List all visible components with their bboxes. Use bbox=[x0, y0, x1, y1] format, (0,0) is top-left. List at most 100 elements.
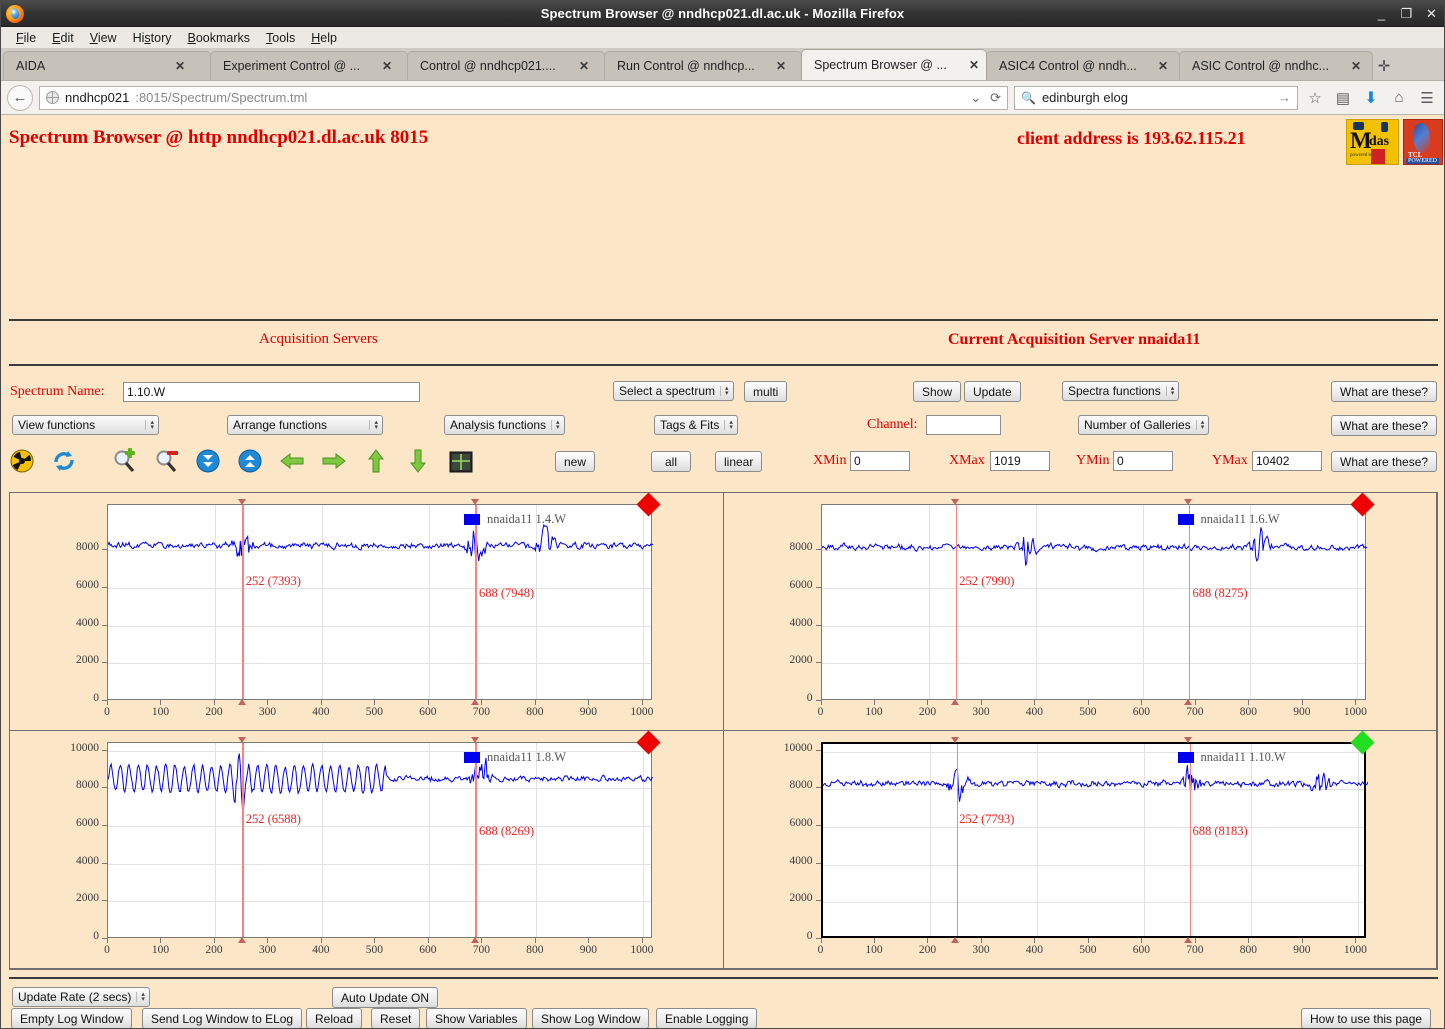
reader-view-icon[interactable]: ▤ bbox=[1332, 89, 1354, 107]
cursor-line[interactable] bbox=[957, 744, 959, 936]
zoom-out-icon[interactable] bbox=[153, 448, 179, 474]
show-log-window-button[interactable]: Show Log Window bbox=[532, 1008, 649, 1028]
arrow-down-icon[interactable] bbox=[405, 448, 431, 474]
cursor-handle-top[interactable] bbox=[471, 499, 479, 505]
maximize-button[interactable]: ❐ bbox=[1400, 6, 1413, 22]
tab-spectrum-browser[interactable]: Spectrum Browser @ ... ✕ bbox=[801, 49, 987, 80]
number-of-galleries-dropdown[interactable]: Number of Galleries ▴▾ bbox=[1078, 415, 1209, 435]
reload-icon[interactable]: ⟳ bbox=[990, 90, 1001, 106]
cursor-handle-bottom[interactable] bbox=[471, 937, 479, 943]
search-bar[interactable]: 🔍 edinburgh elog → bbox=[1014, 86, 1298, 110]
collapse-vertical-icon[interactable] bbox=[237, 448, 263, 474]
close-icon[interactable]: ✕ bbox=[381, 59, 393, 73]
cursor-handle-bottom[interactable] bbox=[471, 699, 479, 705]
tab-asic4-control[interactable]: ASIC4 Control @ nndh... ✕ bbox=[986, 51, 1180, 80]
cursor-handle-top[interactable] bbox=[471, 737, 479, 743]
menu-bookmarks[interactable]: Bookmarks bbox=[181, 29, 258, 47]
what-are-these-button-2[interactable]: What are these? bbox=[1331, 415, 1437, 436]
search-go-icon[interactable]: → bbox=[1278, 90, 1291, 105]
close-button[interactable]: ✕ bbox=[1425, 6, 1438, 22]
arrow-right-icon[interactable] bbox=[321, 448, 347, 474]
menu-view[interactable]: View bbox=[83, 29, 124, 47]
menu-tools[interactable]: Tools bbox=[259, 29, 302, 47]
minimize-button[interactable]: _ bbox=[1375, 6, 1388, 22]
spectrum-panel-0[interactable]: 0200040006000800001002003004005006007008… bbox=[9, 492, 724, 731]
reset-button[interactable]: Reset bbox=[371, 1008, 420, 1028]
display-grid-icon[interactable] bbox=[448, 449, 474, 475]
spectrum-panel-1[interactable]: 0200040006000800001002003004005006007008… bbox=[723, 492, 1438, 731]
cursor-line[interactable] bbox=[956, 505, 958, 699]
spectrum-plot-area[interactable] bbox=[107, 504, 652, 700]
close-icon[interactable]: ✕ bbox=[1350, 59, 1362, 73]
zoom-in-icon[interactable] bbox=[111, 448, 137, 474]
cursor-handle-top[interactable] bbox=[238, 499, 246, 505]
cursor-handle-bottom[interactable] bbox=[238, 699, 246, 705]
spectrum-panel-3[interactable]: 0200040006000800010000010020030040050060… bbox=[723, 730, 1438, 969]
cursor-line[interactable] bbox=[242, 743, 244, 937]
spectra-functions-dropdown[interactable]: Spectra functions ▴▾ bbox=[1062, 381, 1179, 401]
what-are-these-button-1[interactable]: What are these? bbox=[1331, 381, 1437, 402]
xmin-input[interactable]: 0 bbox=[850, 451, 910, 471]
cursor-line[interactable] bbox=[475, 743, 477, 937]
cursor-handle-bottom[interactable] bbox=[238, 937, 246, 943]
new-tab-button[interactable]: ✛ bbox=[1372, 52, 1396, 80]
send-log-to-elog-button[interactable]: Send Log Window to ELog bbox=[142, 1008, 302, 1028]
cursor-handle-top[interactable] bbox=[1184, 499, 1192, 505]
all-button[interactable]: all bbox=[651, 451, 691, 472]
menu-help[interactable]: Help bbox=[304, 29, 344, 47]
cursor-handle-bottom[interactable] bbox=[951, 699, 959, 705]
tab-control[interactable]: Control @ nndhcp021.... ✕ bbox=[407, 51, 605, 80]
cursor-handle-top[interactable] bbox=[238, 737, 246, 743]
search-input[interactable]: edinburgh elog bbox=[1042, 90, 1128, 105]
ymax-input[interactable]: 10402 bbox=[1252, 451, 1322, 471]
spectrum-plot-area[interactable] bbox=[107, 742, 652, 938]
arrow-up-icon[interactable] bbox=[363, 448, 389, 474]
radioactive-icon[interactable] bbox=[9, 448, 35, 474]
cursor-line[interactable] bbox=[1189, 505, 1191, 699]
close-icon[interactable]: ✕ bbox=[1157, 59, 1169, 73]
enable-logging-button[interactable]: Enable Logging bbox=[656, 1008, 757, 1028]
how-to-use-button[interactable]: How to use this page bbox=[1301, 1008, 1431, 1028]
update-button[interactable]: Update bbox=[964, 381, 1021, 402]
url-bar[interactable]: nndhcp021:8015/Spectrum/Spectrum.tml ⌄ ⟳ bbox=[39, 86, 1008, 110]
refresh-icon[interactable] bbox=[51, 448, 77, 474]
close-icon[interactable]: ✕ bbox=[578, 59, 590, 73]
view-functions-dropdown[interactable]: View functions ▴▾ bbox=[12, 415, 159, 435]
menu-file[interactable]: File bbox=[9, 29, 43, 47]
cursor-handle-top[interactable] bbox=[1184, 737, 1192, 743]
select-spectrum-dropdown[interactable]: Select a spectrum ▴▾ bbox=[613, 381, 734, 401]
chevron-down-icon[interactable]: ⌄ bbox=[970, 90, 981, 106]
back-button[interactable]: ← bbox=[7, 85, 33, 111]
cursor-line[interactable] bbox=[1190, 744, 1192, 936]
spectrum-plot-area[interactable] bbox=[821, 504, 1366, 700]
new-button[interactable]: new bbox=[555, 451, 595, 472]
expand-vertical-icon[interactable] bbox=[195, 448, 221, 474]
auto-update-button[interactable]: Auto Update ON bbox=[332, 987, 438, 1008]
hamburger-menu-icon[interactable]: ☰ bbox=[1416, 89, 1438, 107]
channel-input[interactable] bbox=[926, 415, 1001, 435]
xmax-input[interactable]: 1019 bbox=[990, 451, 1050, 471]
tab-aida[interactable]: AIDA ✕ bbox=[3, 51, 211, 80]
tab-run-control[interactable]: Run Control @ nndhcp... ✕ bbox=[604, 51, 802, 80]
cursor-handle-top[interactable] bbox=[951, 737, 959, 743]
bookmark-star-icon[interactable]: ☆ bbox=[1304, 89, 1326, 107]
linear-button[interactable]: linear bbox=[715, 451, 762, 472]
multi-button[interactable]: multi bbox=[744, 381, 787, 402]
ymin-input[interactable]: 0 bbox=[1113, 451, 1173, 471]
cursor-handle-bottom[interactable] bbox=[1184, 699, 1192, 705]
downloads-icon[interactable]: ⬇ bbox=[1360, 88, 1382, 108]
analysis-functions-dropdown[interactable]: Analysis functions ▴▾ bbox=[444, 415, 565, 435]
reload-button[interactable]: Reload bbox=[306, 1008, 362, 1028]
empty-log-window-button[interactable]: Empty Log Window bbox=[11, 1008, 132, 1028]
cursor-handle-bottom[interactable] bbox=[1184, 937, 1192, 943]
tab-experiment-control[interactable]: Experiment Control @ ... ✕ bbox=[210, 51, 408, 80]
spectrum-plot-area[interactable] bbox=[821, 742, 1366, 938]
close-icon[interactable]: ✕ bbox=[968, 58, 980, 72]
close-icon[interactable]: ✕ bbox=[174, 59, 186, 73]
menu-history[interactable]: History bbox=[126, 29, 179, 47]
spectrum-name-input[interactable]: 1.10.W bbox=[123, 382, 420, 402]
cursor-line[interactable] bbox=[475, 505, 477, 699]
cursor-handle-top[interactable] bbox=[951, 499, 959, 505]
arrow-left-icon[interactable] bbox=[279, 448, 305, 474]
what-are-these-button-3[interactable]: What are these? bbox=[1331, 451, 1437, 472]
